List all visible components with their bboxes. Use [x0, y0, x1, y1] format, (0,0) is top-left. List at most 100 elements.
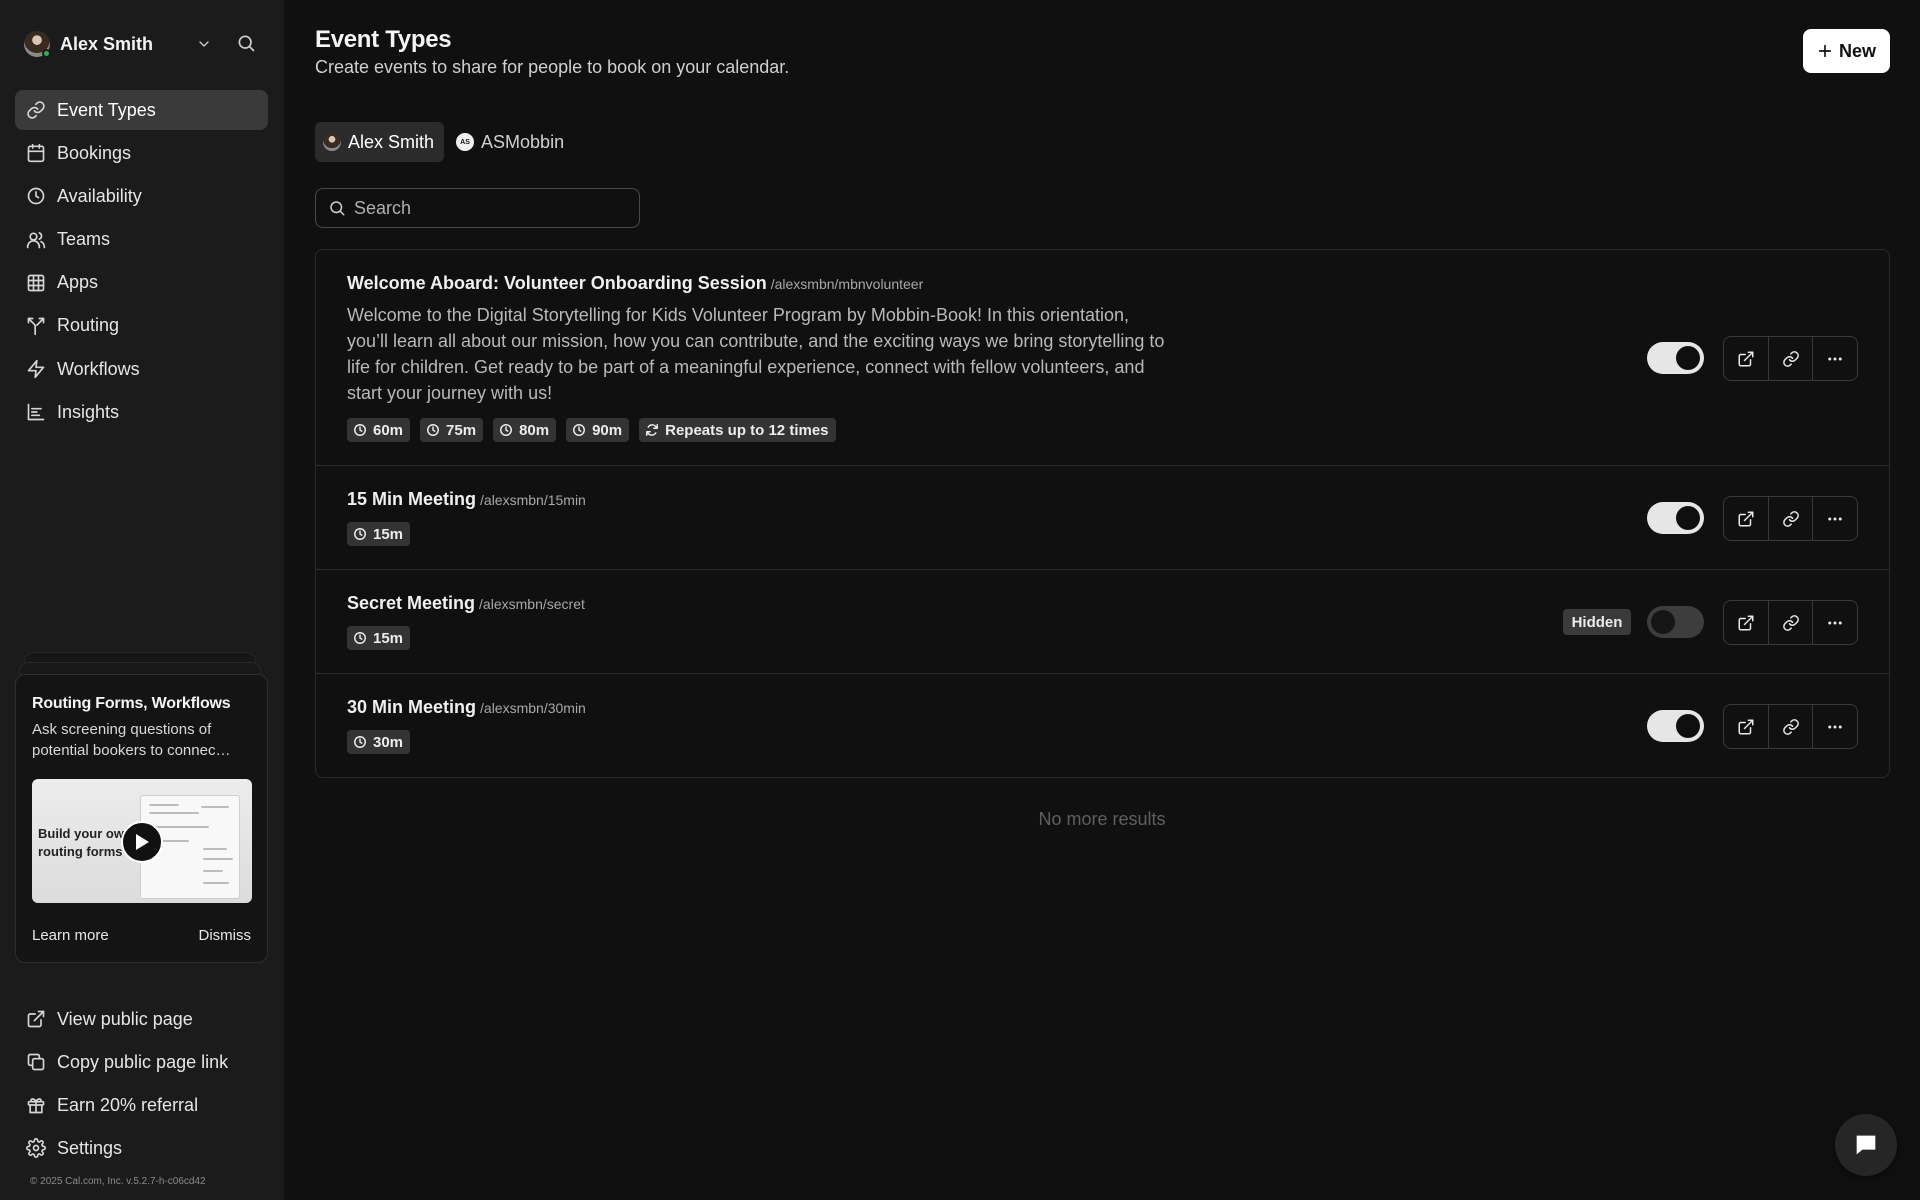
sidebar: Alex Smith Event Types Bookings Availabi…	[0, 0, 284, 1200]
avatar	[24, 31, 51, 58]
copy-link-button[interactable]	[1767, 337, 1813, 380]
repeat-badge: Repeats up to 12 times	[639, 418, 836, 442]
event-actions	[1723, 704, 1858, 749]
search-input[interactable]	[354, 197, 614, 219]
event-badges: 30m	[347, 730, 420, 754]
sidebar-item-label: Earn 20% referral	[57, 1094, 199, 1115]
more-options-button[interactable]	[1812, 601, 1857, 644]
hidden-badge: Hidden	[1563, 609, 1631, 635]
dismiss-button[interactable]: Dismiss	[199, 927, 252, 944]
link-icon	[1782, 510, 1799, 527]
promo-video-thumbnail[interactable]: Build your ow routing forms	[32, 779, 252, 903]
sidebar-item-label: Settings	[57, 1137, 123, 1158]
event-enabled-toggle[interactable]	[1647, 710, 1704, 742]
clock-icon	[573, 424, 586, 436]
event-actions	[1723, 496, 1858, 541]
users-icon	[26, 231, 46, 248]
event-type-row[interactable]: Secret Meeting/alexsmbn/secret 15m Hidde…	[316, 570, 1889, 674]
sidebar-item-label: View public page	[57, 1008, 193, 1029]
sidebar-item-workflows[interactable]: Workflows	[15, 349, 268, 389]
sidebar-item-availability[interactable]: Availability	[15, 176, 268, 216]
chevron-down-icon[interactable]	[196, 36, 212, 52]
sidebar-item-teams[interactable]: Teams	[15, 220, 268, 260]
calendar-icon	[27, 144, 45, 163]
event-type-row[interactable]: Welcome Aboard: Volunteer Onboarding Ses…	[316, 250, 1889, 466]
event-badges: 15m	[347, 626, 420, 650]
copy-link-button[interactable]	[1767, 601, 1813, 644]
copy-link-button[interactable]	[1767, 705, 1813, 748]
copy-icon	[27, 1053, 45, 1071]
search-icon	[330, 201, 345, 216]
clock-icon	[427, 424, 440, 436]
page-subtitle: Create events to share for people to boo…	[315, 57, 790, 77]
event-badges: 60m 75m 80m 90m Repeats up to 12 times	[347, 418, 846, 442]
event-type-row[interactable]: 30 Min Meeting/alexsmbn/30min 30m	[316, 674, 1889, 777]
event-title: Secret Meeting	[347, 593, 476, 613]
event-enabled-toggle[interactable]	[1647, 502, 1704, 534]
preview-button[interactable]	[1724, 337, 1768, 380]
sidebar-item-label: Apps	[57, 272, 99, 293]
sidebar-item-insights[interactable]: Insights	[15, 392, 268, 432]
promo-description: Ask screening questions of potential boo…	[32, 721, 231, 759]
sidebar-item-referral[interactable]: Earn 20% referral	[15, 1085, 268, 1125]
search-field[interactable]	[315, 188, 640, 228]
learn-more-link[interactable]: Learn more	[32, 927, 109, 944]
duration-badge: 15m	[347, 522, 411, 546]
tab-alex-smith[interactable]: Alex Smith	[315, 122, 445, 162]
sidebar-item-view-public-page[interactable]: View public page	[15, 999, 268, 1039]
gift-icon	[27, 1098, 45, 1114]
preview-button[interactable]	[1724, 601, 1768, 644]
tab-asmobbin[interactable]: AS ASMobbin	[448, 122, 574, 162]
sidebar-item-routing[interactable]: Routing	[15, 306, 268, 346]
sidebar-item-label: Copy public page link	[57, 1051, 229, 1072]
search-icon[interactable]	[236, 33, 256, 53]
preview-button[interactable]	[1724, 705, 1768, 748]
duration-badge: 15m	[347, 626, 411, 650]
secondary-nav: View public page Copy public page link E…	[15, 999, 268, 1171]
event-enabled-toggle[interactable]	[1647, 342, 1704, 374]
event-enabled-toggle[interactable]	[1647, 606, 1704, 638]
more-horizontal-icon	[1828, 357, 1842, 360]
online-indicator	[42, 49, 51, 58]
clock-icon	[354, 632, 366, 644]
event-type-row[interactable]: 15 Min Meeting/alexsmbn/15min 15m	[316, 466, 1889, 570]
link-icon	[1782, 614, 1799, 631]
external-link-icon	[1738, 511, 1754, 526]
sidebar-item-apps[interactable]: Apps	[15, 263, 268, 303]
more-options-button[interactable]	[1812, 337, 1857, 380]
external-link-icon	[1738, 719, 1754, 734]
chart-icon	[27, 403, 45, 421]
sidebar-item-copy-public-link[interactable]: Copy public page link	[15, 1042, 268, 1082]
support-chat-button[interactable]	[1835, 1114, 1897, 1176]
sidebar-item-label: Insights	[57, 401, 120, 422]
more-options-button[interactable]	[1812, 497, 1857, 540]
sidebar-item-event-types[interactable]: Event Types	[15, 90, 268, 130]
sidebar-item-label: Availability	[57, 185, 142, 206]
external-link-icon	[27, 1010, 45, 1028]
event-slug: /alexsmbn/30min	[480, 700, 586, 716]
event-slug: /alexsmbn/mbnvolunteer	[770, 276, 924, 292]
event-slug: /alexsmbn/secret	[479, 596, 585, 612]
copy-link-button[interactable]	[1767, 497, 1813, 540]
promo-card: Routing Forms, Workflows Ask screening q…	[15, 674, 268, 963]
external-link-icon	[1738, 351, 1754, 366]
clock-icon	[27, 188, 45, 205]
sidebar-item-label: Routing	[57, 315, 120, 336]
clock-icon	[354, 736, 366, 748]
more-options-button[interactable]	[1812, 705, 1857, 748]
sidebar-item-bookings[interactable]: Bookings	[15, 133, 268, 173]
event-title: 15 Min Meeting	[347, 489, 477, 509]
event-description: Welcome to the Digital Storytelling for …	[347, 305, 1165, 403]
user-name: Alex Smith	[60, 33, 154, 54]
zap-icon	[27, 359, 45, 379]
no-more-results: No more results	[1038, 809, 1166, 829]
play-icon[interactable]	[121, 821, 163, 863]
new-event-type-button[interactable]: New	[1803, 29, 1890, 73]
more-horizontal-icon	[1828, 517, 1842, 520]
sidebar-item-settings[interactable]: Settings	[15, 1128, 268, 1168]
user-menu[interactable]: Alex Smith	[24, 30, 260, 58]
event-actions	[1723, 600, 1858, 645]
more-horizontal-icon	[1828, 725, 1842, 728]
link-icon	[1782, 718, 1799, 735]
preview-button[interactable]	[1724, 497, 1768, 540]
